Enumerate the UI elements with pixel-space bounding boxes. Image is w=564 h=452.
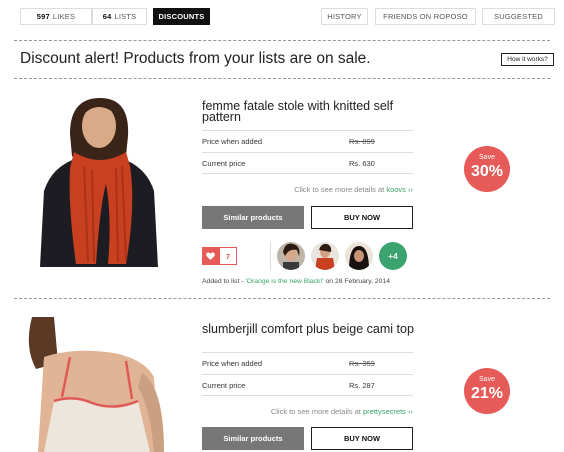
history-label: HISTORY (327, 12, 362, 21)
divider (270, 241, 271, 271)
tab-likes[interactable]: 597 LIKES (20, 8, 92, 25)
current-price-value: Rs. 287 (349, 380, 375, 390)
details-prefix: Click to see more details at (294, 185, 385, 194)
heart-icon (202, 247, 219, 265)
lists-count: 64 (102, 12, 112, 21)
price-when-added-row: Price when added Rs. 899 (202, 130, 413, 152)
store-link[interactable]: prettysecrets ›› (363, 407, 413, 416)
likes-label: LIKES (52, 12, 76, 21)
product-image[interactable] (14, 317, 185, 452)
suggested-label: SUGGESTED (494, 12, 543, 21)
friends-label: FRIENDS ON ROPOSO (383, 12, 468, 21)
page-title: Discount alert! Products from your lists… (20, 50, 371, 67)
tab-discounts[interactable]: DISCOUNTS (153, 8, 210, 25)
like-count: 7 (219, 247, 237, 265)
current-price-row: Current price Rs. 287 (202, 374, 413, 396)
price-added-label: Price when added (202, 359, 263, 368)
likes-count: 597 (36, 12, 50, 21)
save-percent: 21% (470, 385, 504, 402)
details-link[interactable]: Click to see more details at prettysecre… (202, 407, 413, 416)
save-label: Save (479, 154, 495, 161)
save-badge: Save 30% (464, 146, 510, 192)
current-price-value: Rs. 630 (349, 158, 375, 168)
avatar[interactable] (311, 242, 339, 270)
product-title[interactable]: slumberjill comfort plus beige cami top (202, 323, 417, 336)
avatar[interactable] (345, 242, 373, 270)
divider (14, 40, 550, 41)
similar-products-button[interactable]: Similar products (202, 206, 304, 229)
tab-suggested[interactable]: SUGGESTED (482, 8, 555, 25)
product-image[interactable] (30, 96, 167, 267)
divider (14, 78, 550, 79)
avatar[interactable] (277, 242, 305, 270)
price-added-label: Price when added (202, 137, 263, 146)
details-prefix: Click to see more details at (270, 407, 361, 416)
lists-label: LISTS (114, 12, 137, 21)
divider (14, 298, 550, 299)
buy-now-button[interactable]: BUY NOW (311, 427, 413, 450)
save-percent: 30% (470, 163, 504, 180)
price-when-added-row: Price when added Rs. 359 (202, 352, 413, 374)
how-it-works-button[interactable]: How it works? (501, 53, 554, 66)
more-users-button[interactable]: +4 (379, 242, 407, 270)
current-price-label: Current price (202, 158, 246, 168)
discounts-label: DISCOUNTS (158, 12, 205, 21)
added-to-list-note: Added to list - 'Orange is the new Black… (202, 278, 390, 285)
save-badge: Save 21% (464, 368, 510, 414)
buy-now-button[interactable]: BUY NOW (311, 206, 413, 229)
tab-friends-on-roposo[interactable]: FRIENDS ON ROPOSO (375, 8, 476, 25)
like-button[interactable]: 7 (202, 247, 237, 265)
store-link[interactable]: koovs ›› (386, 185, 413, 194)
product-title[interactable]: femme fatale stole with knitted self pat… (202, 100, 417, 124)
save-label: Save (479, 376, 495, 383)
current-price-label: Current price (202, 380, 246, 390)
similar-products-button[interactable]: Similar products (202, 427, 304, 450)
price-added-value: Rs. 899 (349, 137, 375, 146)
current-price-row: Current price Rs. 630 (202, 152, 413, 174)
added-prefix: Added to list - (202, 278, 244, 285)
tab-lists[interactable]: 64 LISTS (92, 8, 147, 25)
list-link[interactable]: 'Orange is the new Black!' (245, 278, 323, 285)
price-added-value: Rs. 359 (349, 359, 375, 368)
details-link[interactable]: Click to see more details at koovs ›› (202, 185, 413, 194)
added-date: on 28 February, 2014 (325, 278, 391, 285)
tab-history[interactable]: HISTORY (321, 8, 368, 25)
